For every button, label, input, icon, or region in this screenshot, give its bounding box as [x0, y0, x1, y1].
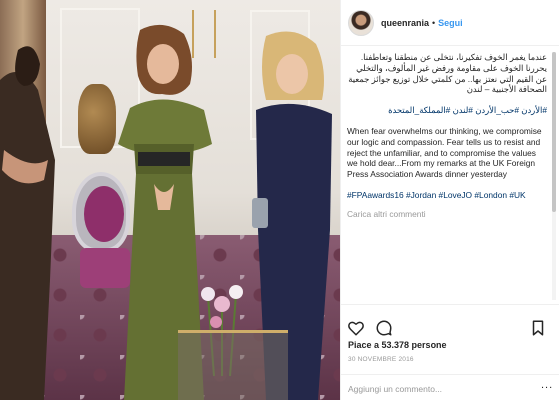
caption-scrollbar[interactable] — [552, 52, 556, 300]
heart-icon[interactable] — [347, 319, 365, 337]
caption-area: عندما يغمر الخوف تفكيرنا، نتخلى عن منطقن… — [347, 52, 547, 290]
follow-button[interactable]: Segui — [438, 18, 463, 28]
person-left — [0, 46, 55, 400]
avatar[interactable] — [348, 9, 374, 36]
post-header: queenrania • Segui — [341, 0, 559, 46]
post-photo[interactable] — [0, 0, 340, 400]
like-count[interactable]: Piace a 53.378 persone — [348, 340, 447, 350]
action-bar — [341, 304, 559, 344]
glass-table — [178, 330, 288, 400]
caption-arabic: عندما يغمر الخوف تفكيرنا، نتخلى عن منطقن… — [348, 52, 547, 95]
caption-arabic-hashtags[interactable]: #الأردن #حب_الأردن #لندن #المملكة_المتحد… — [347, 105, 547, 116]
comment-input[interactable] — [348, 381, 538, 397]
more-options-button[interactable]: ... — [541, 379, 553, 391]
comment-box: ... — [341, 374, 559, 400]
load-more-comments-link[interactable]: Carica altri commenti — [347, 209, 547, 220]
username-link[interactable]: queenrania — [381, 18, 429, 28]
caption-hashtags[interactable]: #FPAawards16 #Jordan #LoveJO #London #UK — [347, 190, 547, 201]
caption-english: When fear overwhelms our thinking, we co… — [347, 125, 542, 180]
bookmark-icon[interactable] — [529, 319, 547, 337]
separator-dot: • — [432, 17, 436, 28]
comment-bubble-icon[interactable] — [375, 319, 393, 337]
post-date: 30 NOVEMBRE 2016 — [348, 356, 414, 363]
scrollbar-thumb[interactable] — [552, 52, 556, 212]
post-details-panel: queenrania • Segui عندما يغمر الخوف تفكي… — [340, 0, 559, 400]
